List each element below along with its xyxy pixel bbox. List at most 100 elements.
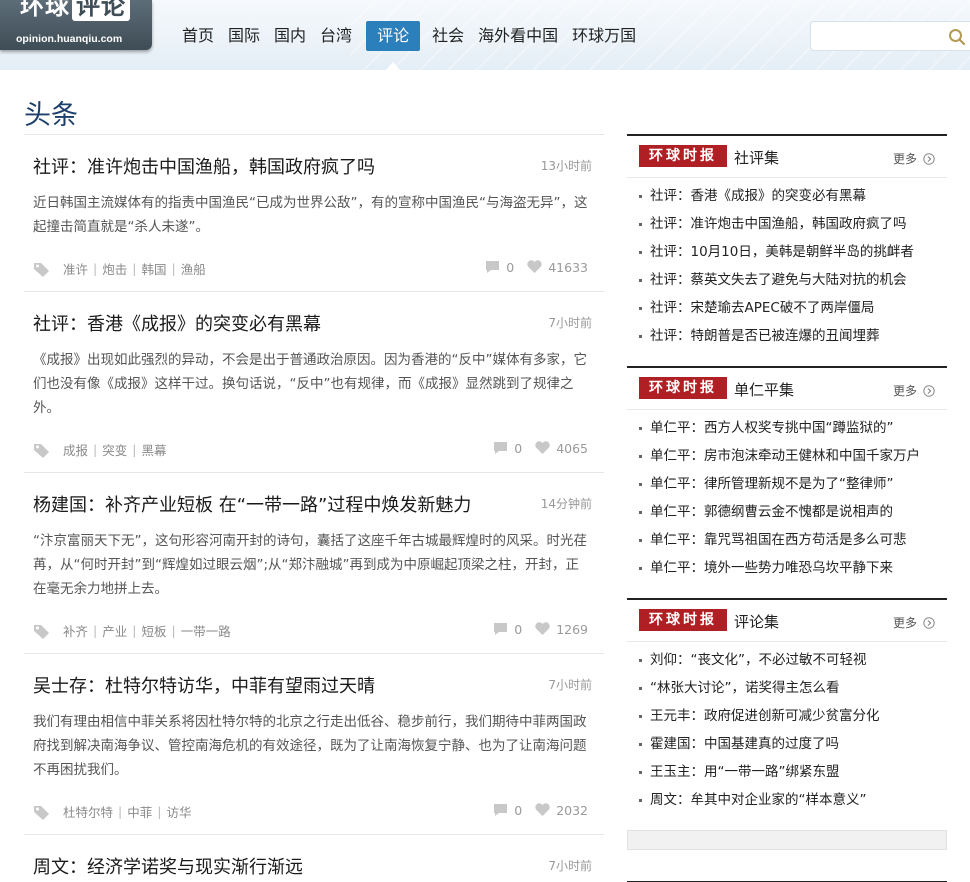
brand-badge: 环球时报 [639, 145, 727, 167]
tag[interactable]: 访华 [166, 802, 191, 821]
sidebar-box-title: 单仁平集 [734, 381, 795, 399]
tag[interactable]: 韩国 [141, 259, 166, 278]
logo-mark: 环球 评论 [20, 0, 130, 21]
tag-separator: | [132, 442, 137, 457]
comment-count: 0 [514, 802, 523, 818]
sidebar-link[interactable]: 单仁平：房市泡沫牵动王健林和中国千家万户 [639, 442, 947, 470]
nav-item-world[interactable]: 国际 [222, 21, 266, 51]
heart-icon[interactable] [534, 440, 551, 456]
article-tags: 成报 | 突变 | 黑幕 [33, 440, 166, 459]
brand-badge: 环球时报 [639, 377, 727, 399]
article-title[interactable]: 周文：经济学诺奖与现实渐行渐远 [33, 853, 303, 879]
comment-icon[interactable] [492, 440, 509, 456]
search-icon[interactable] [948, 28, 966, 46]
article-stats: 0 1269 [492, 621, 588, 637]
article-title[interactable]: 吴士存：杜特尔特访华，中菲有望雨过天晴 [33, 672, 375, 698]
sidebar-link[interactable]: 刘仰：“丧文化”，不必过敏不可轻视 [639, 646, 947, 674]
tag-separator: | [132, 261, 137, 276]
article-summary: 我们有理由相信中菲关系将因杜特尔特的北京之行走出低谷、稳步前行，我们期待中菲两国… [33, 714, 587, 778]
sidebar-link[interactable]: 霍建国：中国基建真的过度了吗 [639, 730, 947, 758]
tag[interactable]: 黑幕 [141, 440, 166, 459]
sidebar-link[interactable]: 社评：准许炮击中国渔船，韩国政府疯了吗 [639, 210, 947, 238]
article-title[interactable]: 社评：香港《成报》的突变必有黑幕 [33, 310, 321, 336]
article-card: 社评：准许炮击中国渔船，韩国政府疯了吗 13小时前 近日韩国主流媒体有的指责中国… [24, 135, 604, 292]
nav-item-society[interactable]: 社会 [426, 21, 470, 51]
more-link[interactable]: 更多 [893, 150, 935, 167]
nav-item-taiwan[interactable]: 台湾 [314, 21, 358, 51]
sidebar-list: 刘仰：“丧文化”，不必过敏不可轻视 “林张大讨论”，诺奖得主怎么看 王元丰：政府… [627, 642, 947, 814]
sidebar-box-title: 社评集 [734, 149, 780, 167]
comment-icon[interactable] [492, 802, 509, 818]
comment-icon[interactable] [484, 259, 501, 275]
article-card: 吴士存：杜特尔特访华，中菲有望雨过天晴 7小时前 我们有理由相信中菲关系将因杜特… [24, 654, 604, 835]
sidebar-box-editorials: 环球时报 社评集 更多 社评：香港《成报》的突变必有黑幕 社评：准许炮击中国渔船… [627, 134, 947, 350]
article-stats: 0 2032 [492, 802, 588, 818]
like-count: 41633 [548, 259, 588, 275]
sidebar-link[interactable]: 单仁平：律所管理新规不是为了“整律师” [639, 470, 947, 498]
nav-item-overseas[interactable]: 海外看中国 [472, 21, 564, 51]
sidebar-link[interactable]: 单仁平：郭德纲曹云金不愧都是说相声的 [639, 498, 947, 526]
tag[interactable]: 突变 [102, 440, 127, 459]
tag[interactable]: 一带一路 [181, 621, 231, 640]
ad-placeholder [627, 830, 947, 850]
sidebar-link[interactable]: 社评：10月10日，美韩是朝鲜半岛的挑衅者 [639, 238, 947, 266]
sidebar-link[interactable]: 社评：蔡英文失去了避免与大陆对抗的机会 [639, 266, 947, 294]
tag-separator: | [93, 261, 98, 276]
sidebar-link[interactable]: “林张大讨论”，诺奖得主怎么看 [639, 674, 947, 702]
nav-item-home[interactable]: 首页 [176, 21, 220, 51]
heart-icon[interactable] [526, 259, 543, 275]
sidebar-link[interactable]: 周文：牟其中对企业家的“样本意义” [639, 786, 947, 814]
site-logo[interactable]: 环球 评论 opinion.huanqiu.com [0, 0, 152, 50]
more-label: 更多 [892, 384, 917, 398]
tag[interactable]: 准许 [63, 259, 88, 278]
tag[interactable]: 炮击 [102, 259, 127, 278]
article-stats: 0 4065 [492, 440, 588, 456]
nav-item-global[interactable]: 环球万国 [566, 21, 642, 51]
nav-item-china[interactable]: 国内 [268, 21, 312, 51]
tag[interactable]: 渔船 [181, 259, 206, 278]
tag[interactable]: 成报 [63, 440, 88, 459]
article-tags: 补齐 | 产业 | 短板 | 一带一路 [33, 621, 231, 640]
article-card: 社评：香港《成报》的突变必有黑幕 7小时前 《成报》出现如此强烈的异动，不会是出… [24, 292, 604, 473]
like-count: 2032 [556, 802, 588, 818]
sidebar-link[interactable]: 社评：宋楚瑜去APEC破不了两岸僵局 [639, 294, 947, 322]
sidebar-link[interactable]: 王元丰：政府促进创新可减少贫富分化 [639, 702, 947, 730]
tag-separator: | [93, 442, 98, 457]
sidebar-link[interactable]: 社评：香港《成报》的突变必有黑幕 [639, 182, 947, 210]
article-time: 13小时前 [540, 159, 592, 173]
tag-icon [34, 805, 49, 820]
search-input[interactable] [819, 27, 939, 47]
sidebar-link[interactable]: 单仁平：西方人权奖专挑中国“蹲监狱的” [639, 414, 947, 442]
tag[interactable]: 中菲 [127, 802, 152, 821]
tag[interactable]: 补齐 [63, 621, 88, 640]
article-time: 7小时前 [548, 678, 592, 692]
sidebar-link[interactable]: 单仁平：靠咒骂祖国在西方苟活是多么可悲 [639, 526, 947, 554]
sidebar-link[interactable]: 单仁平：境外一些势力唯恐乌坎平静下来 [639, 554, 947, 582]
sidebar-box-commentary: 环球时报 评论集 更多 刘仰：“丧文化”，不必过敏不可轻视 “林张大讨论”，诺奖… [627, 598, 947, 814]
article-title[interactable]: 杨建国：补齐产业短板 在“一带一路”过程中焕发新魅力 [33, 491, 471, 517]
tag-icon [34, 262, 49, 277]
sidebar-list: 社评：香港《成报》的突变必有黑幕 社评：准许炮击中国渔船，韩国政府疯了吗 社评：… [627, 178, 947, 350]
main-nav: 首页 国际 国内 台湾 评论 社会 海外看中国 环球万国 [176, 21, 644, 70]
article-tags: 杜特尔特 | 中菲 | 访华 [33, 802, 191, 821]
more-link[interactable]: 更多 [893, 614, 935, 631]
article-stats: 0 41633 [484, 259, 588, 275]
tag-separator: | [132, 623, 137, 638]
comment-icon[interactable] [492, 621, 509, 637]
heart-icon[interactable] [534, 621, 551, 637]
article-time: 7小时前 [548, 316, 592, 330]
like-count: 1269 [556, 621, 588, 637]
like-count: 4065 [556, 440, 588, 456]
more-link[interactable]: 更多 [893, 382, 935, 399]
search-box [810, 21, 970, 51]
chevron-right-icon [923, 384, 935, 397]
heart-icon[interactable] [534, 802, 551, 818]
sidebar-link[interactable]: 王玉主：用“一带一路”绑紧东盟 [639, 758, 947, 786]
tag[interactable]: 短板 [141, 621, 166, 640]
tag[interactable]: 产业 [102, 621, 127, 640]
tag[interactable]: 杜特尔特 [63, 802, 113, 821]
sidebar-link[interactable]: 社评：特朗普是否已被连爆的丑闻埋葬 [639, 322, 947, 350]
article-title[interactable]: 社评：准许炮击中国渔船，韩国政府疯了吗 [33, 153, 375, 179]
nav-item-opinion[interactable]: 评论 [366, 21, 421, 70]
article-card: 杨建国：补齐产业短板 在“一带一路”过程中焕发新魅力 14分钟前 “汴京富丽天下… [24, 473, 604, 654]
